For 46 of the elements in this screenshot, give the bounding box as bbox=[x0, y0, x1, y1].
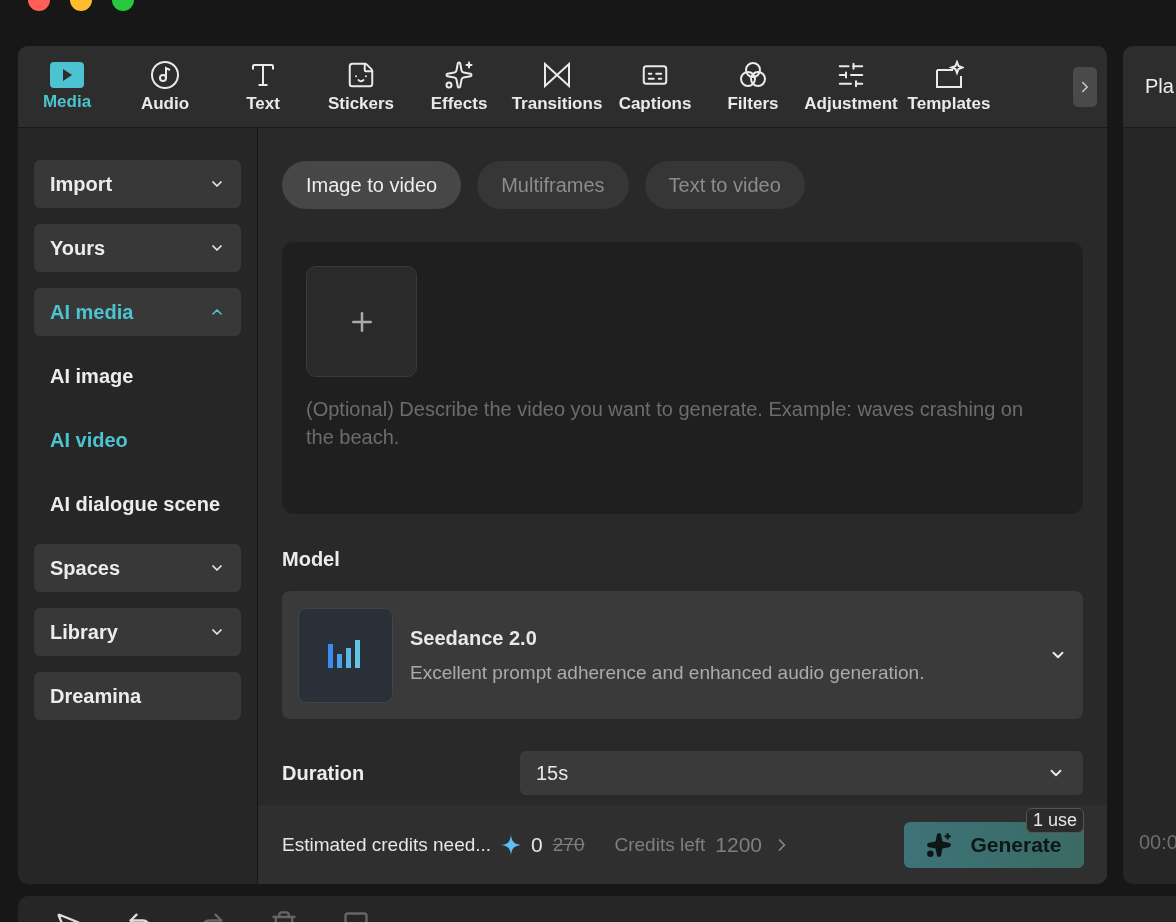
toolbar-tab[interactable]: Media bbox=[18, 46, 116, 128]
sidebar-item[interactable]: Dreamina bbox=[34, 672, 241, 720]
duration-label: Duration bbox=[282, 761, 366, 785]
prompt-field[interactable]: (Optional) Describe the video you want to generate. Example: waves crashing on the beach. bbox=[306, 395, 1026, 465]
estimate-label: Estimated credits need... bbox=[282, 833, 492, 856]
template-icon bbox=[934, 59, 964, 90]
usage-badge: 1 use bbox=[1025, 807, 1084, 833]
model-dropdown[interactable]: Seedance 2.0 Excellent prompt adherence and enhanced audio generation. bbox=[282, 591, 1083, 719]
music-disc-icon bbox=[150, 59, 180, 90]
sidebar-item[interactable]: AI media bbox=[34, 288, 241, 336]
credits-label: Credits left bbox=[614, 833, 706, 856]
toolbar-tab[interactable]: Adjustment bbox=[802, 46, 900, 128]
play-icon bbox=[50, 61, 84, 88]
toolbar-tab[interactable]: Text bbox=[214, 46, 312, 128]
toolbar-tab[interactable]: Templates bbox=[900, 46, 998, 128]
scroll-right-button[interactable] bbox=[1073, 66, 1097, 107]
mode-tab[interactable]: Multiframes bbox=[477, 161, 629, 209]
sparkle-icon bbox=[501, 834, 522, 855]
toolbar-tab[interactable]: Stickers bbox=[312, 46, 410, 128]
bowtie-icon bbox=[542, 59, 572, 90]
mode-tab[interactable]: Image to video bbox=[282, 161, 462, 209]
credit-cost: 0 bbox=[531, 832, 543, 857]
toolbar-tab[interactable]: Transitions bbox=[508, 46, 606, 128]
section-label: Model bbox=[282, 548, 341, 571]
sidebar-item[interactable]: Import bbox=[34, 160, 241, 208]
sparkle-icon bbox=[444, 59, 474, 90]
original-cost: 270 bbox=[552, 833, 585, 856]
model-name: Seedance 2.0 bbox=[410, 626, 538, 650]
model-description: Excellent prompt adherence and enhanced audio generation. bbox=[410, 661, 926, 684]
credits-value: 1200 bbox=[715, 832, 763, 857]
sidebar-item[interactable]: Yours bbox=[34, 224, 241, 272]
sidebar-item[interactable]: AI video bbox=[34, 416, 241, 464]
sidebar-item[interactable]: Spaces bbox=[34, 544, 241, 592]
sidebar-item[interactable]: AI image bbox=[34, 352, 241, 400]
toolbar-tab[interactable]: Filters bbox=[704, 46, 802, 128]
toolbar-tab[interactable]: Effects bbox=[410, 46, 508, 128]
sidebar-item[interactable]: Library bbox=[34, 608, 241, 656]
toolbar-tab[interactable]: Captions bbox=[606, 46, 704, 128]
sparkle-icon bbox=[926, 831, 953, 858]
toolbar-tab[interactable]: Audio bbox=[116, 46, 214, 128]
preview-title: Pla bbox=[1123, 46, 1176, 128]
sidebar-item[interactable]: AI dialogue scene bbox=[34, 480, 241, 528]
bars-logo-icon bbox=[298, 607, 393, 703]
duration-dropdown[interactable]: 15s bbox=[520, 751, 1083, 795]
mode-tab[interactable]: Text to video bbox=[644, 161, 805, 209]
filters-icon bbox=[738, 59, 768, 90]
